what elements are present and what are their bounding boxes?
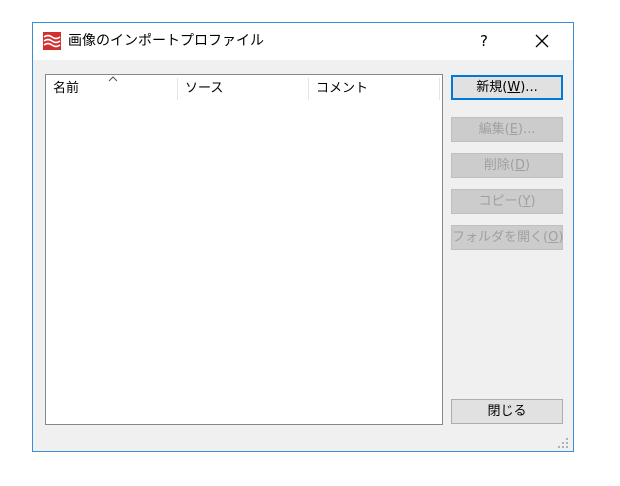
column-header-name[interactable]: 名前 xyxy=(46,75,177,102)
open-folder-button[interactable]: フォルダを開く(O) xyxy=(451,225,563,250)
column-header-source-label: ソース xyxy=(185,81,224,96)
new-profile-button[interactable]: 新規(W)... xyxy=(451,75,563,100)
close-window-button[interactable] xyxy=(519,23,565,60)
delete-profile-button[interactable]: 削除(D) xyxy=(451,153,563,178)
import-profiles-dialog: 画像のインポートプロファイル ? 名前 ソース コメント 新規(W)... 編集… xyxy=(32,22,574,452)
column-header-name-label: 名前 xyxy=(53,81,80,96)
edit-profile-button[interactable]: 編集(E)... xyxy=(451,117,563,142)
column-divider[interactable] xyxy=(439,78,440,100)
column-header-source[interactable]: ソース xyxy=(178,75,308,102)
column-header-comment-label: コメント xyxy=(316,81,369,96)
profile-list[interactable]: 名前 ソース コメント xyxy=(45,74,443,425)
app-logo-icon xyxy=(43,32,61,50)
close-icon xyxy=(535,34,549,48)
help-button[interactable]: ? xyxy=(461,23,507,60)
copy-profile-button[interactable]: コピー(Y) xyxy=(451,189,563,214)
sort-ascending-icon xyxy=(108,76,118,82)
column-header-comment[interactable]: コメント xyxy=(309,75,439,102)
close-dialog-button[interactable]: 閉じる xyxy=(451,399,563,424)
resize-grip-icon[interactable] xyxy=(557,437,569,449)
dialog-title: 画像のインポートプロファイル xyxy=(68,33,264,49)
title-bar[interactable]: 画像のインポートプロファイル ? xyxy=(33,23,573,60)
